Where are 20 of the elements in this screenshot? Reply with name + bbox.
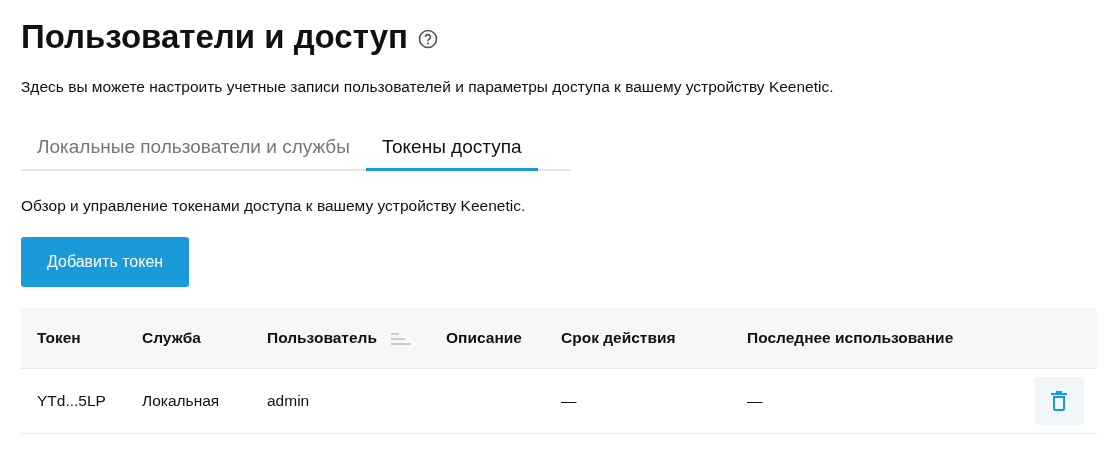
column-header: Срок действия [561,328,676,346]
delete-button[interactable] [1034,376,1084,425]
table-cell: — [561,391,577,409]
tab[interactable]: Токены доступа [365,128,538,171]
table-cell: admin [267,391,310,409]
table-cell: Локальная [142,391,220,409]
page-title: Пользователи и доступ [21,17,408,57]
page-description: Здесь вы можете настроить учетные записи пользователей и параметры доступа к вашему устройству Keenetic. [21,77,835,97]
column-header: Служба [142,328,201,346]
table-cell: YTd...5LP [37,391,106,409]
section-description: Обзор и управление токенами доступа к вашему устройству Keenetic. [21,196,527,216]
column-header: Пользователь [267,328,377,346]
tab[interactable]: Локальные пользователи и службы [21,128,366,171]
column-header: Токен [37,328,81,346]
column-header: Описание [446,328,522,346]
column-header: Последнее использование [747,328,954,346]
table-cell: — [747,391,763,409]
trash-icon [1051,390,1067,411]
help-icon[interactable] [417,29,438,49]
add-token-button[interactable]: Добавить токен [21,237,190,287]
